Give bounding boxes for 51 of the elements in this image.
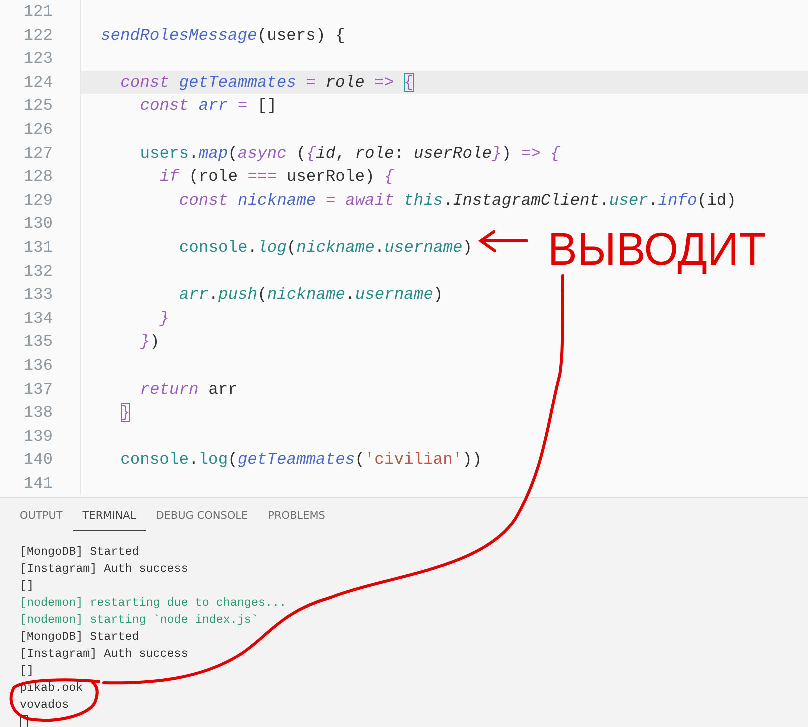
code-line: const getTeammates = role => { (120, 72, 414, 92)
code-line: const nickname = await this.InstagramClient.user.info(id) (179, 190, 736, 210)
code-line: }) (140, 332, 160, 352)
code-line: } (120, 403, 130, 422)
line-number: 139 (24, 426, 53, 448)
line-number: 127 (24, 142, 53, 165)
line-number: 130 (24, 213, 53, 236)
terminal-line: [nodemon] restarting due to changes... (20, 595, 287, 612)
panel-tab[interactable]: PROBLEMS (258, 502, 336, 532)
terminal-line: [nodemon] starting `node index.js` (20, 612, 258, 629)
line-number: 136 (24, 354, 53, 377)
line-number: 128 (24, 166, 53, 188)
code-line: console.log(nickname.username) (179, 238, 473, 257)
line-number: 133 (24, 284, 53, 306)
terminal-line: [Instagram] Auth success (20, 646, 188, 663)
code-line: } (160, 308, 170, 328)
line-number: 141 (24, 472, 53, 495)
code-line: arr.push(nickname.username) (179, 285, 444, 304)
arrow (478, 230, 528, 252)
line-number: 125 (24, 95, 53, 118)
terminal-line: pikab.ook (20, 680, 84, 697)
line-number: 132 (24, 260, 53, 283)
terminal-line: [MongoDB] Started (20, 544, 140, 561)
code-line: users.map(async ({id, role: userRole}) => { (140, 144, 560, 163)
terminal-line: [Instagram] Auth success (20, 561, 188, 578)
line-number: 131 (24, 236, 53, 259)
line-number: 138 (24, 402, 53, 424)
panel-tab[interactable]: TERMINAL (72, 502, 146, 532)
handwritten-note: ВЫВОДИТ (548, 223, 776, 275)
code-line: console.log(getTeammates('civilian')) (120, 450, 482, 470)
line-number: 140 (24, 449, 53, 472)
line-number: 123 (24, 48, 53, 70)
terminal-line: [] (20, 578, 34, 595)
terminal-line: vovados (20, 697, 70, 714)
terminal-cursor (20, 715, 28, 727)
code-line: const arr = [] (140, 96, 277, 116)
line-number: 122 (24, 24, 53, 47)
line-number: 126 (24, 118, 53, 141)
line-number: 134 (24, 308, 53, 330)
line-number: 124 (24, 72, 53, 94)
line-number: 137 (24, 378, 53, 400)
terminal-line: [] (20, 663, 34, 680)
code-line: return arr (140, 380, 238, 398)
panel-tab[interactable]: DEBUG CONSOLE (146, 502, 258, 532)
terminal-line: [MongoDB] Started (20, 629, 140, 646)
code-line: if (role === userRole) { (160, 167, 394, 186)
panel-tab[interactable]: OUTPUT (10, 502, 73, 532)
line-number: 121 (24, 1, 53, 23)
line-number: 135 (24, 331, 53, 354)
code-line: sendRolesMessage(users) { (101, 26, 346, 45)
line-number: 129 (24, 190, 53, 212)
